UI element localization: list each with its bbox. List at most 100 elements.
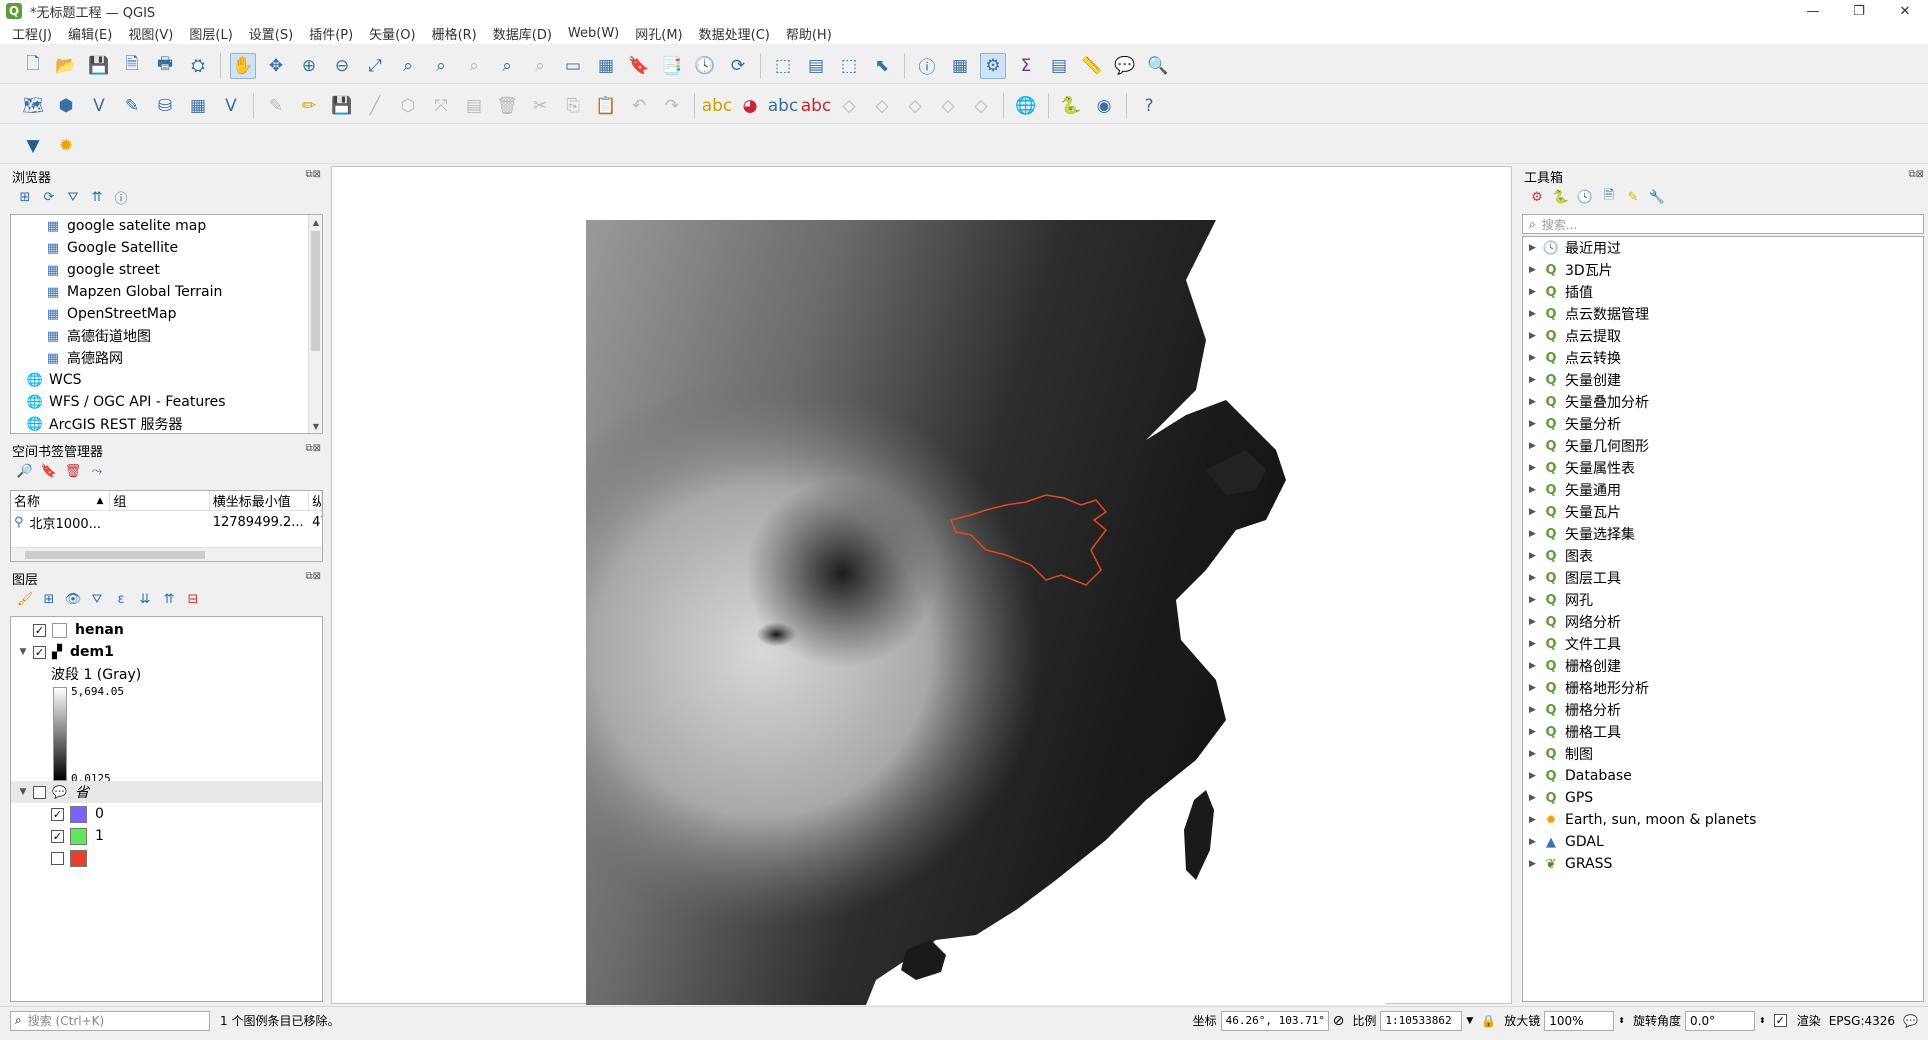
- column-header-ymin[interactable]: 纵: [309, 491, 323, 510]
- menu-item[interactable]: 设置(S): [249, 24, 293, 43]
- expand-arrow-icon[interactable]: ▶: [1529, 551, 1543, 561]
- menu-item[interactable]: 插件(P): [309, 24, 353, 43]
- measure-icon[interactable]: 📏: [1079, 53, 1105, 79]
- panel-float-close-icon[interactable]: ⧉⊠: [1908, 169, 1924, 180]
- statistics-sum-icon[interactable]: Σ: [1013, 53, 1039, 79]
- scale-dropdown-icon[interactable]: ▼: [1466, 1016, 1473, 1026]
- style-manager-icon[interactable]: ⛭: [185, 53, 211, 79]
- options-wrench-icon[interactable]: 🔧: [1646, 187, 1668, 207]
- select-location-icon[interactable]: ⬉: [869, 53, 895, 79]
- browser-item[interactable]: ▦ Google Satellite: [11, 237, 322, 259]
- toolbox-group[interactable]: ▶ Q 栅格地形分析: [1523, 677, 1923, 699]
- zoom-full-icon[interactable]: ⤢: [362, 53, 388, 79]
- toolbox-group[interactable]: ▶ Q 栅格分析: [1523, 699, 1923, 721]
- browser-scrollbar[interactable]: ▲ ▼: [308, 215, 322, 433]
- scale-combobox[interactable]: 1:10533862: [1380, 1010, 1463, 1031]
- maximize-button[interactable]: ❐: [1836, 0, 1882, 22]
- expand-arrow-icon[interactable]: ▶: [1529, 287, 1543, 297]
- zoom-native-icon[interactable]: ⌕: [461, 53, 487, 79]
- toolbox-group[interactable]: ▶ Q 矢量分析: [1523, 413, 1923, 435]
- class-visibility-checkbox[interactable]: ✓: [51, 829, 64, 843]
- locator-search-input[interactable]: ⌕ 搜索 (Ctrl+K): [10, 1010, 210, 1031]
- new-map-view-icon[interactable]: ▭: [560, 53, 586, 79]
- save-edits-icon[interactable]: 💾: [329, 93, 355, 119]
- expand-arrow-icon[interactable]: ▶: [1529, 397, 1543, 407]
- diagram-tool-icon[interactable]: ◕: [737, 93, 763, 119]
- toolbox-group[interactable]: ▶ Q 网孔: [1523, 589, 1923, 611]
- legend-class-row[interactable]: [51, 847, 95, 869]
- class-visibility-checkbox[interactable]: ✓: [51, 807, 64, 821]
- print-layout-icon[interactable]: 🖶: [152, 53, 178, 79]
- spin-arrows-icon[interactable]: ⬍: [1759, 1016, 1766, 1025]
- toolbox-search-input[interactable]: ⌕ 搜索...: [1522, 214, 1924, 234]
- share-bookmark-icon[interactable]: ⤳: [86, 461, 108, 481]
- expand-arrow-icon[interactable]: ▶: [1529, 661, 1543, 671]
- toolbox-group[interactable]: ▶ Q GPS: [1523, 787, 1923, 809]
- info-icon[interactable]: ⓘ: [110, 187, 132, 207]
- column-header-xmin[interactable]: 横坐标最小值: [210, 491, 310, 510]
- layer-visibility-checkbox[interactable]: [33, 785, 46, 799]
- layer-visibility-checkbox[interactable]: ✓: [33, 623, 46, 637]
- field-calculator-icon[interactable]: ▤: [1046, 53, 1072, 79]
- toolbox-group[interactable]: ▶ ❦ GRASS: [1523, 853, 1923, 875]
- label-tool-icon[interactable]: abc: [702, 93, 733, 119]
- expand-toggle-icon[interactable]: ▼: [17, 647, 29, 657]
- rotation-spinbox[interactable]: 0.0°: [1685, 1010, 1755, 1031]
- add-group-icon[interactable]: ⊞: [38, 589, 60, 609]
- toolbox-group[interactable]: ▶ ✹ Earth, sun, moon & planets: [1523, 809, 1923, 831]
- expand-arrow-icon[interactable]: ▶: [1529, 793, 1543, 803]
- expand-arrow-icon[interactable]: ▶: [1529, 463, 1543, 473]
- zoom-to-layer-icon[interactable]: ⌕: [428, 53, 454, 79]
- dem-raster-map[interactable]: [586, 220, 1386, 1005]
- pan-to-selection-icon[interactable]: ✥: [263, 53, 289, 79]
- browser-item[interactable]: ▦ google street: [11, 259, 322, 281]
- expand-all-icon[interactable]: ⇊: [134, 589, 156, 609]
- models-icon[interactable]: ⚙: [1526, 187, 1548, 207]
- layer-row-group[interactable]: ▼ 💬 省: [11, 781, 322, 803]
- modify-attributes-icon[interactable]: ▤: [461, 93, 487, 119]
- browser-tree[interactable]: ▦ google satelite map ▦ Google Satellite ▦ go…: [10, 214, 323, 434]
- expand-arrow-icon[interactable]: ▶: [1529, 705, 1543, 715]
- expand-arrow-icon[interactable]: ▶: [1529, 771, 1543, 781]
- expand-arrow-icon[interactable]: ▶: [1529, 837, 1543, 847]
- add-bookmark-icon[interactable]: 🔖: [38, 461, 60, 481]
- deselect-icon[interactable]: ⬚: [836, 53, 862, 79]
- menu-item[interactable]: 编辑(E): [68, 24, 112, 43]
- magnifier-spinbox[interactable]: 100%: [1544, 1010, 1615, 1031]
- browser-item[interactable]: ▦ 高德街道地图: [11, 325, 322, 347]
- scroll-thumb[interactable]: [311, 231, 320, 351]
- expand-arrow-icon[interactable]: ▶: [1529, 419, 1543, 429]
- toolbox-group[interactable]: ▶ Q 插值: [1523, 281, 1923, 303]
- python-console-icon[interactable]: 🐍: [1058, 93, 1084, 119]
- help-icon[interactable]: ?: [1136, 93, 1162, 119]
- toolbox-group[interactable]: ▶ Q 点云数据管理: [1523, 303, 1923, 325]
- filter-expression-icon[interactable]: ε: [110, 589, 132, 609]
- close-button[interactable]: ✕: [1882, 0, 1928, 22]
- toolbox-group[interactable]: ▶ Q 制图: [1523, 743, 1923, 765]
- panel-float-close-icon[interactable]: ⧉⊠: [305, 169, 321, 180]
- menu-item[interactable]: 工程(J): [12, 24, 52, 43]
- expand-arrow-icon[interactable]: ▶: [1529, 639, 1543, 649]
- menu-item[interactable]: 网孔(M): [635, 24, 682, 43]
- toolbox-group[interactable]: ▶ Q 栅格创建: [1523, 655, 1923, 677]
- toolbox-group[interactable]: ▶ Q 矢量属性表: [1523, 457, 1923, 479]
- delete-bookmark-icon[interactable]: 🗑: [62, 461, 84, 481]
- map-canvas[interactable]: [331, 166, 1512, 1005]
- new-project-icon[interactable]: 🗋: [20, 53, 46, 79]
- menu-item[interactable]: 视图(V): [128, 24, 173, 43]
- layer-styling-icon[interactable]: 🖌: [14, 589, 36, 609]
- temporal-controller-icon[interactable]: 🕓: [692, 53, 718, 79]
- data-source-manager-icon[interactable]: 🗺: [20, 93, 46, 119]
- filter-legend-icon[interactable]: ⛛: [86, 589, 108, 609]
- expand-arrow-icon[interactable]: ▶: [1529, 331, 1543, 341]
- label-properties-icon[interactable]: ◇: [968, 93, 994, 119]
- bookmark-hscrollbar[interactable]: [11, 547, 322, 561]
- change-label-icon[interactable]: ◇: [935, 93, 961, 119]
- legend-class-row[interactable]: ✓ 0: [51, 803, 104, 825]
- legend-class-row[interactable]: ✓ 1: [51, 825, 104, 847]
- attribute-table-icon[interactable]: ▦: [947, 53, 973, 79]
- scroll-thumb[interactable]: [25, 551, 205, 559]
- expand-arrow-icon[interactable]: ▶: [1529, 309, 1543, 319]
- expand-arrow-icon[interactable]: ▶: [1529, 749, 1543, 759]
- refresh-icon[interactable]: ⟳: [38, 187, 60, 207]
